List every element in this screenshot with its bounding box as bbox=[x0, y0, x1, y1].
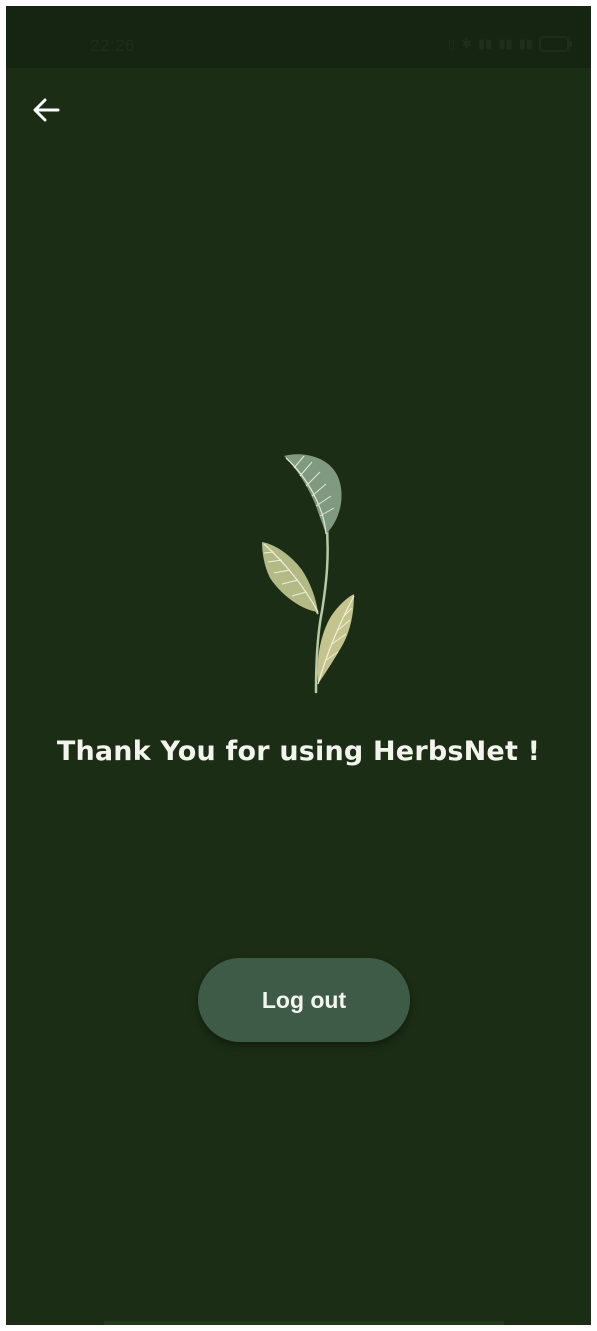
wifi-icon: ▮▮ bbox=[518, 36, 533, 51]
bluetooth-icon: ✱ bbox=[461, 36, 473, 51]
logout-button[interactable]: Log out bbox=[198, 958, 410, 1042]
arrow-left-icon bbox=[33, 98, 60, 122]
plant-illustration bbox=[262, 454, 355, 694]
logout-label: Log out bbox=[261, 986, 347, 1013]
status-time: 22:26 bbox=[90, 36, 136, 55]
back-button[interactable] bbox=[26, 90, 66, 130]
signal-icon: ▮▮ bbox=[498, 36, 513, 51]
thank-you-message: Thank You for using HerbsNet ! bbox=[56, 736, 541, 767]
vibrate-icon: ▯ bbox=[448, 36, 456, 51]
app-screen: 22:26 ▯ ✱ ▮▮ ▮▮ ▮▮ Thank You for using H… bbox=[6, 6, 591, 1325]
status-bar: 22:26 ▯ ✱ ▮▮ ▮▮ ▮▮ bbox=[6, 6, 591, 68]
status-icons: ▯ ✱ ▮▮ ▮▮ ▮▮ bbox=[448, 36, 572, 52]
home-indicator bbox=[104, 1321, 504, 1325]
signal-icon: ▮▮ bbox=[478, 36, 493, 51]
battery-icon bbox=[539, 36, 572, 52]
